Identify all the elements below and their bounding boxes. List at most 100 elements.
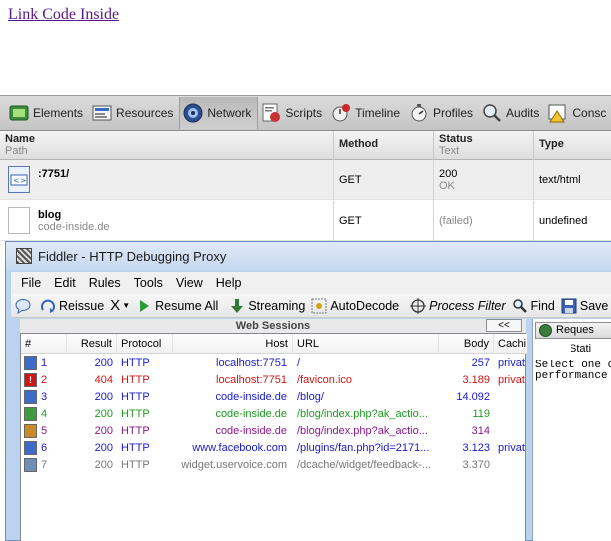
table-row[interactable]: <> :7751/ GET 200 OK text/html	[0, 160, 611, 200]
find-icon	[512, 298, 528, 314]
resources-icon	[91, 102, 113, 124]
tab-elements[interactable]: Elements	[6, 97, 89, 129]
session-result: 200	[94, 408, 113, 420]
column-method[interactable]: Method	[334, 131, 434, 160]
session-host: code-inside.de	[215, 391, 287, 403]
session-result: 200	[94, 391, 113, 403]
session-row[interactable]: 5 200 HTTP code-inside.de/blog/index.php?ak…	[21, 423, 527, 440]
streaming-button[interactable]: Streaming	[229, 298, 305, 314]
session-result: 200	[94, 425, 113, 437]
reissue-button[interactable]: Reissue	[40, 298, 104, 314]
session-row[interactable]: 3 200 HTTP code-inside.de/blog/14.092	[21, 389, 527, 406]
web-sessions-label: Web Sessions	[20, 319, 526, 333]
collapse-button[interactable]: <<	[486, 319, 522, 332]
save-button[interactable]: Save	[561, 298, 608, 314]
autodecode-button[interactable]: AutoDecode	[311, 298, 399, 314]
session-num: 5	[41, 425, 48, 437]
play-icon	[136, 298, 152, 314]
tab-console[interactable]: Consc	[545, 97, 611, 129]
process-filter-button[interactable]: Process Filter	[410, 297, 506, 314]
session-row[interactable]: 6 200 HTTP www.facebook.com/plugins/fan.php…	[21, 440, 527, 457]
menu-help[interactable]: Help	[216, 276, 242, 290]
resume-all-button[interactable]: Resume All	[136, 298, 218, 314]
scripts-icon	[260, 102, 282, 124]
session-host: www.facebook.com	[192, 442, 287, 454]
col-host[interactable]: Host	[173, 334, 293, 354]
remove-button[interactable]: X ▼	[110, 297, 130, 314]
session-row[interactable]: 4 200 HTTP code-inside.de/blog/index.php?ak…	[21, 406, 527, 423]
session-num: 3	[41, 391, 48, 403]
tab-audits[interactable]: Audits	[479, 97, 545, 129]
session-caching	[498, 389, 527, 406]
inspector-toolbar: Elements Resources Network Scripts Timel…	[0, 95, 611, 131]
session-result: 404	[94, 374, 113, 386]
fiddler-menubar: File Edit Rules Tools View Help	[11, 272, 611, 294]
col-caching[interactable]: Cachi	[494, 334, 527, 354]
menu-tools[interactable]: Tools	[134, 276, 163, 290]
col-result[interactable]: Result	[67, 334, 117, 354]
save-icon	[561, 298, 577, 314]
tab-resources[interactable]: Resources	[89, 97, 179, 129]
menu-rules[interactable]: Rules	[89, 276, 121, 290]
column-type[interactable]: Type	[534, 131, 611, 160]
session-host: code-inside.de	[215, 408, 287, 420]
session-status-icon	[24, 407, 37, 421]
menu-edit[interactable]: Edit	[54, 276, 76, 290]
session-row[interactable]: ! 2 404 HTTP localhost:7751/favicon.ico 3.189…	[21, 372, 527, 389]
session-url: /blog/index.php?ak_actio...	[297, 425, 428, 437]
timeline-icon	[330, 102, 352, 124]
session-url: /	[297, 357, 301, 369]
table-row[interactable]: blog code-inside.de GET (failed) undefin…	[0, 201, 611, 241]
tab-network[interactable]: Network	[179, 97, 259, 129]
col-protocol[interactable]: Protocol	[117, 334, 173, 354]
session-body: 3.123	[462, 442, 490, 454]
reissue-icon	[40, 298, 56, 314]
find-button[interactable]: Find	[512, 298, 555, 314]
tab-profiles[interactable]: Profiles	[406, 97, 479, 129]
session-num: 2	[41, 374, 48, 386]
sessions-header: # Result Protocol Host URL Body Cachi	[21, 334, 527, 354]
session-protocol: HTTP	[121, 459, 150, 471]
svg-text:<>: <>	[13, 176, 26, 185]
tab-scripts[interactable]: Scripts	[258, 97, 328, 129]
menu-view[interactable]: View	[176, 276, 203, 290]
col-url[interactable]: URL	[293, 334, 439, 354]
session-status-icon: !	[24, 373, 37, 387]
comment-button[interactable]	[15, 298, 34, 314]
fiddler-titlebar[interactable]: Fiddler - HTTP Debugging Proxy	[6, 242, 611, 270]
session-status-icon	[24, 441, 37, 455]
session-protocol: HTTP	[121, 425, 150, 437]
session-body: 14.092	[456, 391, 490, 403]
session-body: 3.189	[462, 374, 490, 386]
session-body: 119	[472, 408, 490, 420]
web-sessions-list[interactable]: # Result Protocol Host URL Body Cachi 1 2…	[20, 333, 527, 541]
network-table-header: Name Path Method Status Text Type	[0, 131, 611, 160]
session-protocol: HTTP	[121, 357, 150, 369]
session-protocol: HTTP	[121, 391, 150, 403]
console-icon	[547, 102, 569, 124]
request-tab[interactable]: Reques	[535, 322, 611, 339]
session-row[interactable]: 7 200 HTTP widget.uservoice.com/dcache/widg…	[21, 457, 527, 474]
inspector-pane: Reques Stati Select one o performance	[532, 319, 611, 541]
session-result: 200	[94, 442, 113, 454]
statistics-tab[interactable]: Stati	[571, 341, 611, 358]
session-status-icon	[24, 458, 37, 472]
network-icon	[182, 102, 204, 124]
session-status-icon	[24, 356, 37, 370]
request-icon	[539, 324, 552, 337]
column-status[interactable]: Status Text	[434, 131, 534, 160]
fiddler-toolbar: Reissue X ▼ Resume All Streaming AutoDec…	[11, 294, 611, 318]
session-host: code-inside.de	[215, 425, 287, 437]
session-url: /dcache/widget/feedback-...	[297, 459, 431, 471]
col-body[interactable]: Body	[439, 334, 494, 354]
menu-file[interactable]: File	[21, 276, 41, 290]
column-name[interactable]: Name Path	[0, 131, 334, 160]
elements-icon	[8, 102, 30, 124]
col-num[interactable]: #	[21, 334, 67, 354]
session-caching: privat	[498, 357, 525, 369]
session-body: 314	[471, 425, 490, 437]
page-link[interactable]: Link Code Inside	[8, 6, 119, 24]
session-caching	[498, 457, 527, 474]
session-row[interactable]: 1 200 HTTP localhost:7751 / 257 privat	[21, 355, 527, 372]
tab-timeline[interactable]: Timeline	[328, 97, 406, 129]
